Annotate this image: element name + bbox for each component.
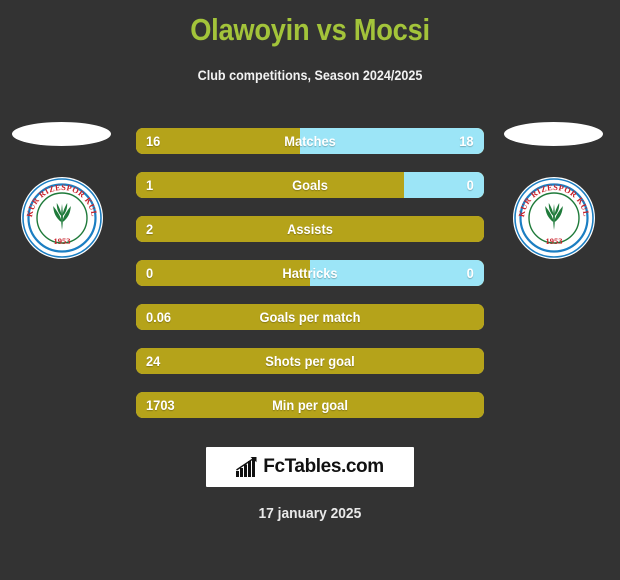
stat-label: Matches bbox=[284, 133, 336, 149]
stat-row: 0.06 Goals per match bbox=[136, 304, 484, 330]
stat-away-value: 0 bbox=[466, 177, 474, 193]
caykur-rizespor-logo-left: ÇAYKUR RIZESPOR KULÜBÜ 1953 bbox=[20, 176, 104, 260]
stat-label: Goals bbox=[292, 177, 328, 193]
stat-away-value: 0 bbox=[466, 265, 474, 281]
stat-label: Goals per match bbox=[259, 309, 361, 325]
stat-row: 16 Matches 18 bbox=[136, 128, 484, 154]
home-club-crest: ÇAYKUR RIZESPOR KULÜBÜ 1953 bbox=[12, 120, 116, 280]
caykur-rizespor-logo-right: ÇAYKUR RIZESPOR KULÜBÜ 1953 bbox=[512, 176, 596, 260]
crest-highlight-ellipse bbox=[504, 122, 603, 146]
bar-chart-growth-icon bbox=[236, 457, 257, 477]
page-title: Olawoyin vs Mocsi bbox=[190, 12, 430, 47]
page-footer: FcTables.com 17 january 2025 bbox=[0, 447, 620, 523]
fctables-brand[interactable]: FcTables.com bbox=[206, 447, 414, 487]
stats-comparison-list: 16 Matches 18 1 Goals 0 2 Assists 0 Hattricks 0 0.0… bbox=[136, 128, 484, 436]
stat-row: 0 Hattricks 0 bbox=[136, 260, 484, 286]
stat-away-value: 18 bbox=[459, 133, 474, 149]
stat-label: Assists bbox=[287, 221, 333, 237]
stat-row: 24 Shots per goal bbox=[136, 348, 484, 374]
fctables-brand-text: FcTables.com bbox=[263, 456, 384, 477]
stat-label: Shots per goal bbox=[265, 353, 355, 369]
svg-text:1953: 1953 bbox=[54, 236, 71, 246]
away-club-crest: ÇAYKUR RIZESPOR KULÜBÜ 1953 bbox=[504, 120, 608, 280]
stat-row: 2 Assists bbox=[136, 216, 484, 242]
stat-label: Min per goal bbox=[272, 397, 348, 413]
stat-row: 1703 Min per goal bbox=[136, 392, 484, 418]
page-subtitle: Club competitions, Season 2024/2025 bbox=[197, 67, 423, 83]
page-header: Olawoyin vs Mocsi Club competitions, Sea… bbox=[0, 0, 620, 84]
stat-label: Hattricks bbox=[282, 265, 338, 281]
crest-highlight-ellipse bbox=[12, 122, 111, 146]
stat-row: 1 Goals 0 bbox=[136, 172, 484, 198]
footer-date: 17 january 2025 bbox=[258, 505, 362, 522]
svg-text:1953: 1953 bbox=[546, 236, 563, 246]
